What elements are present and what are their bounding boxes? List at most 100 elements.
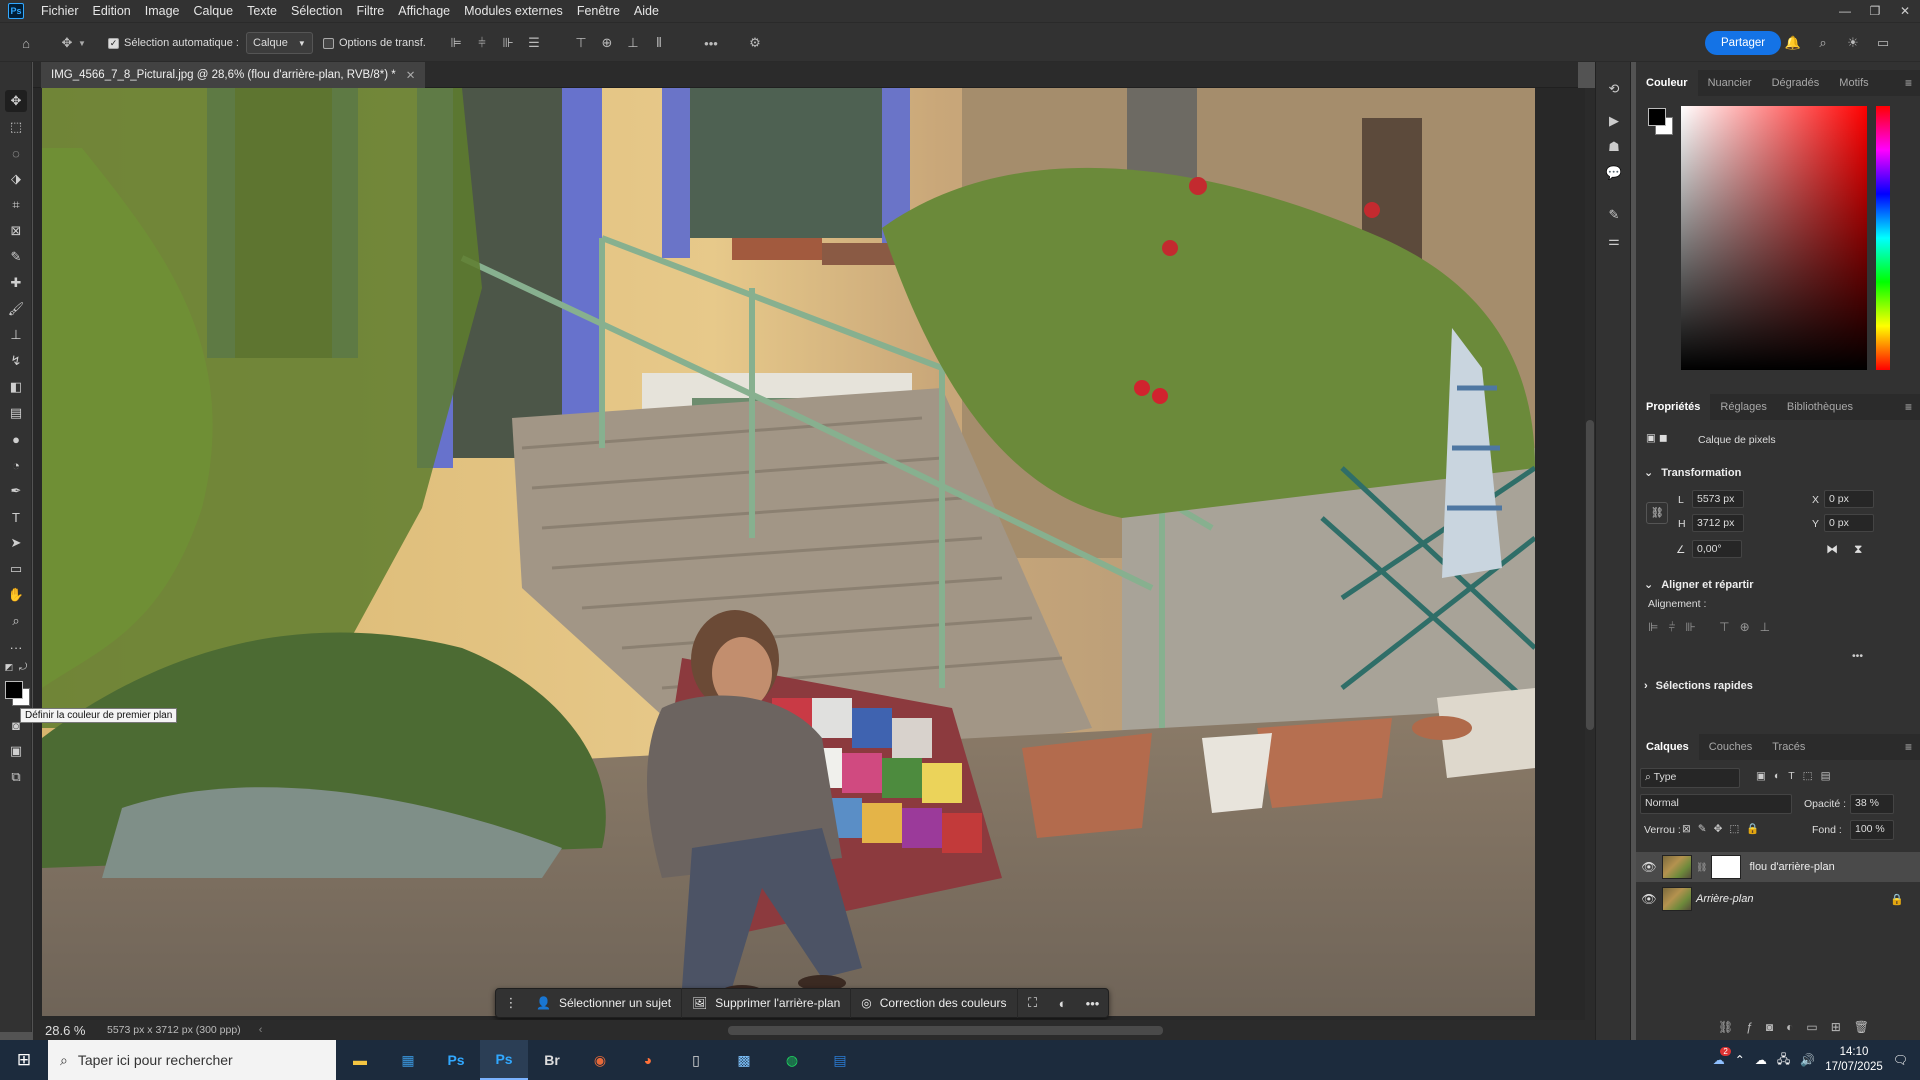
lock-icons[interactable]: ⊠✎✥⬚🔒 [1682, 822, 1766, 835]
remove-background-button[interactable]: 🖼 Supprimer l'arrière-plan [682, 988, 852, 1018]
link-proportions-icon[interactable]: ⛓ [1646, 502, 1668, 524]
brush-tool-icon[interactable]: 🖌 [5, 298, 27, 320]
pen-tool-icon[interactable]: ✒ [5, 480, 27, 502]
flip-vertical-icon[interactable]: ⧗ [1854, 542, 1862, 557]
layer-filter-icons[interactable]: ▣◐T⬚▤ [1756, 770, 1839, 782]
tab-couleur[interactable]: Couleur [1636, 70, 1698, 96]
align-bottom-icon[interactable]: ⊥ [622, 32, 644, 54]
layer-mask-thumbnail[interactable] [1711, 855, 1742, 879]
tab-proprietes[interactable]: Propriétés [1636, 394, 1711, 420]
panel-foreground-swatch[interactable] [1648, 108, 1666, 126]
minimize-icon[interactable]: — [1830, 0, 1860, 22]
panel-menu-icon[interactable]: ≡ [1905, 400, 1912, 414]
width-field[interactable]: 5573 px [1692, 490, 1744, 508]
crop-tool-icon[interactable]: ⌗ [5, 194, 27, 216]
layer-row-background[interactable]: 👁 Arrière-plan 🔒 [1636, 884, 1920, 914]
height-field[interactable]: 3712 px [1692, 514, 1744, 532]
restore-icon[interactable]: ❐ [1860, 0, 1890, 22]
share-button[interactable]: Partager [1705, 31, 1782, 55]
drag-handle-icon[interactable]: ⋮ [496, 988, 526, 1018]
zoom-level[interactable]: 28.6 % [33, 1023, 93, 1038]
gear-icon[interactable]: ⚙ [744, 32, 766, 54]
bridge-app-icon[interactable]: Br [528, 1040, 576, 1080]
eraser-tool-icon[interactable]: ◧ [5, 376, 27, 398]
actions-panel-icon[interactable]: ▶ [1603, 110, 1625, 132]
auto-select-checkbox[interactable]: ✓ [108, 37, 119, 49]
color-correction-button[interactable]: ◎ Correction des couleurs [851, 988, 1018, 1018]
align-center-h-icon[interactable]: ⫩ [471, 32, 493, 54]
quick-actions-section-header[interactable]: › Sélections rapides [1644, 680, 1753, 692]
select-subject-button[interactable]: 👤 Sélectionner un sujet [526, 988, 683, 1018]
more-options-icon[interactable]: ••• [1852, 650, 1863, 662]
menu-fenetre[interactable]: Fenêtre [570, 0, 627, 22]
menu-selection[interactable]: Sélection [284, 0, 349, 22]
path-select-tool-icon[interactable]: ➤ [5, 532, 27, 554]
menu-calque[interactable]: Calque [187, 0, 241, 22]
layer-filter-dropdown[interactable]: ⌕ Type [1640, 768, 1740, 788]
home-icon[interactable]: ⌂ [15, 32, 37, 54]
gradient-tool-icon[interactable]: ▤ [5, 402, 27, 424]
transformation-section-header[interactable]: ⌄ Transformation [1644, 466, 1741, 480]
workspace-icon[interactable]: ▭ [1872, 32, 1894, 54]
menu-aide[interactable]: Aide [627, 0, 666, 22]
history-panel-icon[interactable]: ⟲ [1603, 78, 1625, 100]
distribute-h-icon[interactable]: ☰ [523, 32, 545, 54]
document-info[interactable]: 5573 px x 3712 px (300 ppp) [107, 1024, 241, 1036]
photoshop-app-icon[interactable]: Ps [432, 1040, 480, 1080]
align-right-icon[interactable]: ⊪ [497, 32, 519, 54]
align-middle-v-icon[interactable]: ⊕ [596, 32, 618, 54]
lock-icon[interactable]: 🔒 [1890, 893, 1904, 906]
close-tab-icon[interactable]: ✕ [406, 68, 416, 82]
default-colors-icon[interactable]: ◩ [2, 660, 16, 674]
flip-horizontal-icon[interactable]: ⧓ [1826, 542, 1838, 556]
menu-image[interactable]: Image [138, 0, 187, 22]
visibility-eye-icon[interactable]: 👁 [1636, 892, 1662, 906]
tab-calques[interactable]: Calques [1636, 734, 1699, 760]
adjustment-layer-icon[interactable]: ◐ [1048, 988, 1078, 1018]
edit-toolbar-icon[interactable]: ··· [5, 636, 27, 658]
word-icon[interactable]: ▤ [816, 1040, 864, 1080]
layer-thumbnail[interactable] [1662, 855, 1692, 879]
tab-nuancier[interactable]: Nuancier [1698, 70, 1762, 96]
dodge-tool-icon[interactable]: ◔ [5, 454, 27, 476]
file-icon[interactable]: ▯ [672, 1040, 720, 1080]
foreground-color-swatch[interactable] [5, 681, 23, 699]
move-tool-icon[interactable]: ✥ [5, 90, 27, 112]
layer-name[interactable]: Arrière-plan [1696, 893, 1753, 905]
status-arrow-icon[interactable]: ‹ [259, 1024, 263, 1036]
y-field[interactable]: 0 px [1824, 514, 1874, 532]
bell-icon[interactable]: 🔔 [1782, 32, 1804, 54]
remote-connect-icon[interactable]: ⧉ [5, 766, 27, 788]
search-icon[interactable]: ⌕ [1812, 32, 1834, 54]
adjustments-icon[interactable]: ⚌ [1603, 230, 1625, 252]
lightbulb-icon[interactable]: ☀ [1842, 32, 1864, 54]
horizontal-scrollbar-thumb[interactable] [728, 1026, 1163, 1035]
brush-settings-icon[interactable]: ✎ [1603, 204, 1625, 226]
x-field[interactable]: 0 px [1824, 490, 1874, 508]
notification-icon[interactable]: 🗨 [1893, 1053, 1908, 1067]
angle-field[interactable]: 0,00° [1692, 540, 1742, 558]
lasso-tool-icon[interactable]: ◌ [5, 142, 27, 164]
object-select-tool-icon[interactable]: ⬗ [5, 168, 27, 190]
align-section-header[interactable]: ⌄ Aligner et répartir [1644, 578, 1754, 592]
align-top-icon[interactable]: ⊤ [570, 32, 592, 54]
layer-name[interactable]: flou d'arrière-plan [1749, 861, 1834, 873]
color-field[interactable] [1681, 106, 1867, 370]
screen-mode-icon[interactable]: ▣ [5, 740, 27, 762]
more-options-icon[interactable]: ••• [700, 32, 722, 54]
canvas-area[interactable] [33, 88, 1585, 1020]
panel-menu-icon[interactable]: ≡ [1905, 76, 1912, 90]
comments-panel-icon[interactable]: 💬 [1603, 162, 1625, 184]
zoom-tool-icon[interactable]: ⌕ [5, 610, 27, 632]
more-options-icon[interactable]: ••• [1078, 988, 1108, 1018]
menu-filtre[interactable]: Filtre [349, 0, 391, 22]
menu-texte[interactable]: Texte [240, 0, 284, 22]
photos-icon[interactable]: ▩ [720, 1040, 768, 1080]
network-icon[interactable]: 🖧 [1777, 1050, 1790, 1071]
menu-affichage[interactable]: Affichage [391, 0, 457, 22]
healing-brush-tool-icon[interactable]: ✚ [5, 272, 27, 294]
taskbar-search[interactable]: ⌕ Taper ici pour rechercher [48, 1040, 336, 1080]
blend-mode-dropdown[interactable]: Normal [1640, 794, 1792, 814]
menu-edition[interactable]: Edition [86, 0, 138, 22]
layer-row-flou[interactable]: 👁 ⛓ flou d'arrière-plan [1636, 852, 1920, 882]
